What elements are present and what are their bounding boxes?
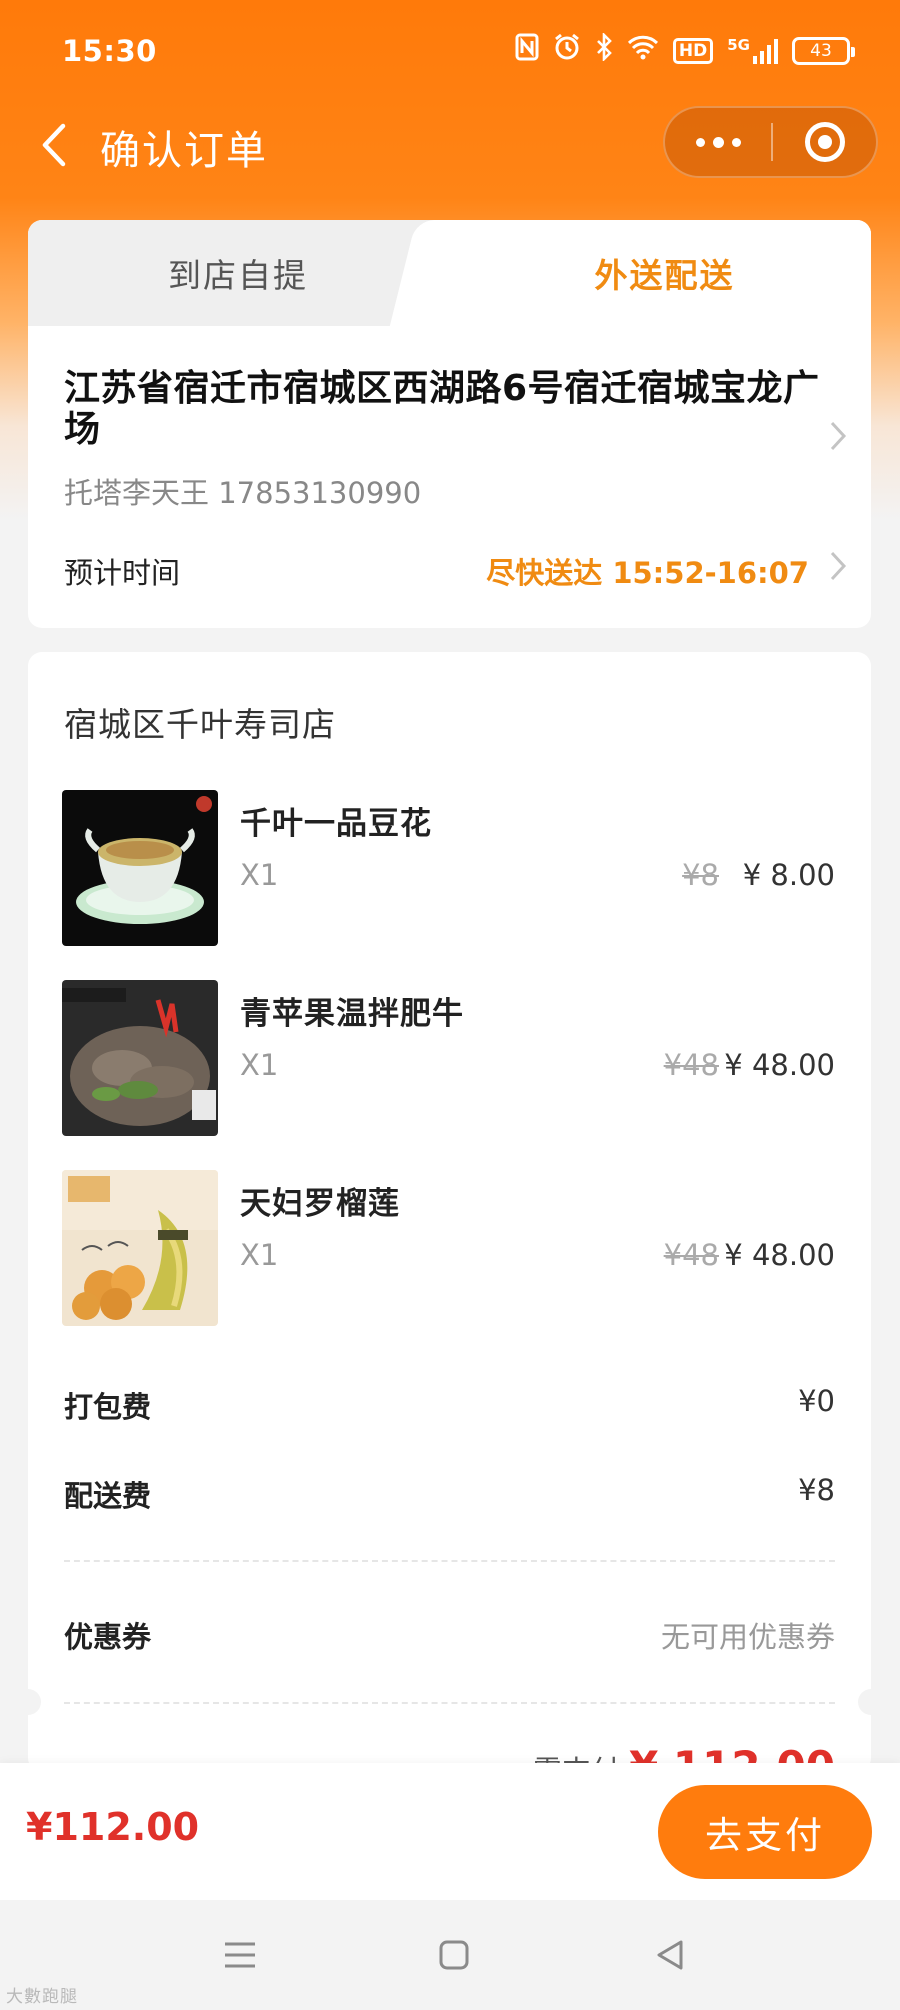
back-button[interactable] <box>34 122 74 168</box>
order-item: 青苹果温拌肥牛 X1 ¥48 ¥ 48.00 <box>28 980 871 1138</box>
address-card: 到店自提 外送配送 江苏省宿迁市宿城区西湖路6号宿迁宿城宝龙广场 托塔李天王 1… <box>28 220 871 628</box>
item-quantity: X1 <box>240 858 279 892</box>
item-image <box>62 1170 218 1326</box>
divider <box>64 1560 835 1562</box>
chevron-right-icon[interactable] <box>829 420 847 456</box>
delivery-fee-row: 配送费 ¥8 <box>64 1473 835 1515</box>
item-price: ¥ 8.00 <box>742 858 835 892</box>
chevron-left-icon <box>42 123 66 167</box>
contact-info: 托塔李天王 17853130990 <box>64 476 422 510</box>
pay-button[interactable]: 去支付 <box>658 1785 872 1879</box>
packing-fee-label: 打包费 <box>64 1390 152 1424</box>
item-original-price: ¥48 <box>663 1048 719 1082</box>
packing-fee-row: 打包费 ¥0 <box>64 1384 835 1426</box>
watermark: 大數跑腿 <box>6 1987 78 2007</box>
item-quantity: X1 <box>240 1238 279 1272</box>
menu-button[interactable] <box>210 1930 270 1980</box>
pay-bar: ¥112.00 去支付 <box>0 1763 900 1900</box>
network-label: 5G <box>727 35 750 54</box>
triangle-back-icon <box>657 1940 683 1970</box>
eta-label: 预计时间 <box>64 556 181 590</box>
order-item: 千叶一品豆花 X1 ¥8 ¥ 8.00 <box>28 790 871 948</box>
delivery-fee-label: 配送费 <box>64 1479 152 1513</box>
more-dot-icon <box>731 137 741 147</box>
item-price: ¥ 48.00 <box>724 1238 835 1272</box>
status-icons: HD 5G 43 <box>515 31 855 68</box>
wifi-icon <box>627 34 659 67</box>
page-title: 确认订单 <box>100 128 268 174</box>
item-original-price: ¥8 <box>682 858 719 892</box>
order-item: 天妇罗榴莲 X1 ¥48 ¥ 48.00 <box>28 1170 871 1328</box>
order-card: 宿城区千叶寿司店 千叶一品豆花 X1 ¥8 ¥ 8.00 青苹果温拌肥牛 X1 … <box>28 652 871 1772</box>
nfc-icon <box>515 33 539 68</box>
more-dot-icon <box>712 136 724 148</box>
item-name: 青苹果温拌肥牛 <box>240 996 464 1032</box>
ticket-divider <box>64 1702 835 1704</box>
back-system-button[interactable] <box>640 1930 700 1980</box>
packing-fee-value: ¥0 <box>798 1384 835 1418</box>
tab-pickup[interactable]: 到店自提 <box>28 220 448 326</box>
status-time: 15:30 <box>62 34 157 68</box>
coupon-value: 无可用优惠券 <box>660 1620 835 1654</box>
hd-icon: HD <box>672 37 714 64</box>
battery-level: 43 <box>810 40 832 61</box>
tab-delivery[interactable]: 外送配送 <box>458 220 871 326</box>
delivery-fee-value: ¥8 <box>798 1473 835 1507</box>
more-dot-icon <box>695 137 705 147</box>
more-button[interactable] <box>665 108 771 176</box>
coupon-label: 优惠券 <box>64 1620 152 1654</box>
home-button[interactable] <box>424 1930 484 1980</box>
pay-total: ¥112.00 <box>26 1805 200 1849</box>
chevron-right-icon[interactable] <box>829 550 847 586</box>
bluetooth-icon <box>595 31 613 68</box>
item-image <box>62 790 218 946</box>
ticket-notch <box>28 1689 41 1715</box>
menu-icon <box>225 1942 255 1968</box>
item-price: ¥ 48.00 <box>724 1048 835 1082</box>
item-quantity: X1 <box>240 1048 279 1082</box>
ticket-notch <box>858 1689 871 1715</box>
shop-name: 宿城区千叶寿司店 <box>64 705 336 744</box>
home-square-icon <box>439 1940 469 1970</box>
delivery-mode-tabs: 到店自提 外送配送 <box>28 220 871 326</box>
status-bar: 15:30 HD 5G 43 <box>0 0 900 100</box>
delivery-address[interactable]: 江苏省宿迁市宿城区西湖路6号宿迁宿城宝龙广场 <box>64 368 844 450</box>
miniprogram-capsule <box>663 106 878 178</box>
item-name: 天妇罗榴莲 <box>240 1186 400 1222</box>
system-nav-bar <box>0 1900 900 2010</box>
nav-bar: 确认订单 <box>0 100 900 190</box>
signal-5g-icon: 5G <box>727 35 778 64</box>
target-icon <box>804 122 845 162</box>
item-name: 千叶一品豆花 <box>240 806 432 842</box>
coupon-row[interactable]: 优惠券 无可用优惠券 <box>64 1614 835 1656</box>
alarm-icon <box>553 33 581 68</box>
eta-value[interactable]: 尽快送达 15:52-16:07 <box>486 550 809 592</box>
battery-icon: 43 <box>792 36 855 65</box>
close-miniprogram-button[interactable] <box>773 108 876 176</box>
item-original-price: ¥48 <box>663 1238 719 1272</box>
item-image <box>62 980 218 1136</box>
